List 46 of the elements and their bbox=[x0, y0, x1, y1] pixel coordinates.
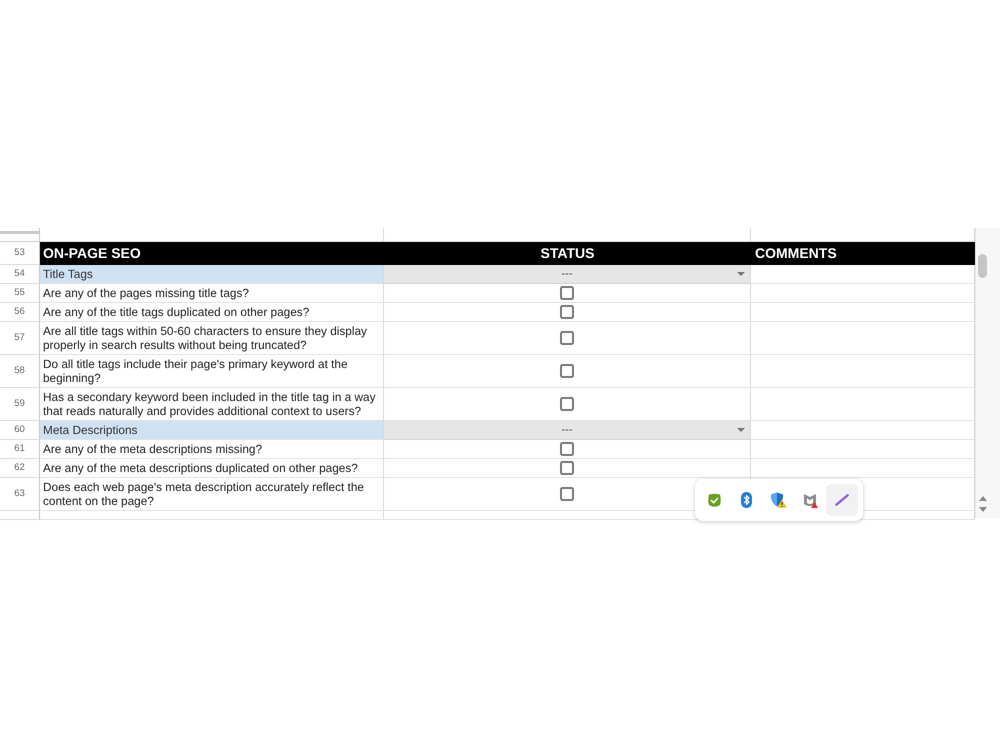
section-heading: Meta Descriptions bbox=[40, 421, 384, 440]
question-text: Are any of the meta descriptions missing? bbox=[43, 442, 262, 456]
question-text: Are all title tags within 50-60 characters to ensure they display properly in search results without being truncated? bbox=[43, 324, 368, 352]
section-heading: Title Tags bbox=[40, 265, 384, 284]
row-number: 59 bbox=[0, 388, 40, 421]
row-number: 60 bbox=[0, 421, 40, 440]
pen-icon[interactable] bbox=[826, 483, 858, 517]
question-text: Are any of the meta descriptions duplicated on other pages? bbox=[43, 461, 358, 475]
row-number: 57 bbox=[0, 322, 40, 355]
checkbox[interactable] bbox=[560, 305, 574, 319]
question-text: Do all title tags include their page's primary keyword at the beginning? bbox=[43, 357, 349, 385]
row-number: 58 bbox=[0, 355, 40, 388]
shield-check-icon[interactable] bbox=[706, 492, 722, 508]
row-number: 61 bbox=[0, 440, 40, 459]
section-header: ON-PAGE SEO bbox=[40, 242, 384, 265]
scrollbar-thumb[interactable] bbox=[978, 254, 987, 278]
status-dropdown[interactable]: --- bbox=[384, 421, 751, 440]
row-number: 63 bbox=[0, 478, 40, 511]
scroll-down-icon[interactable] bbox=[979, 507, 987, 512]
row-number: 54 bbox=[0, 265, 40, 284]
row-header bbox=[0, 228, 40, 242]
bluetooth-icon[interactable] bbox=[740, 492, 752, 508]
m-shield-icon[interactable] bbox=[802, 492, 818, 508]
scroll-up-icon[interactable] bbox=[979, 496, 987, 501]
checkbox[interactable] bbox=[560, 286, 574, 300]
checkbox[interactable] bbox=[560, 397, 574, 411]
column-header: COMMENTS bbox=[751, 242, 975, 265]
row-header bbox=[0, 511, 40, 520]
checkbox[interactable] bbox=[560, 442, 574, 456]
column-header: STATUS bbox=[384, 242, 751, 265]
checkbox[interactable] bbox=[560, 487, 574, 501]
row-number: 62 bbox=[0, 459, 40, 478]
question-text: Are any of the pages missing title tags? bbox=[43, 286, 249, 300]
question-text: Does each web page's meta description accurately reflect the content on the page? bbox=[43, 480, 365, 508]
caret-icon bbox=[737, 272, 745, 276]
question-text: Has a secondary keyword been included in the title tag in a way that reads naturally and provides additional context to users? bbox=[43, 390, 376, 418]
row-number: 56 bbox=[0, 303, 40, 322]
row-number: 55 bbox=[0, 284, 40, 303]
checkbox[interactable] bbox=[560, 331, 574, 345]
status-dropdown[interactable]: --- bbox=[384, 265, 751, 284]
caret-icon bbox=[737, 428, 745, 432]
shield-warning-icon[interactable] bbox=[770, 492, 786, 508]
question-text: Are any of the title tags duplicated on other pages? bbox=[43, 305, 310, 319]
checkbox[interactable] bbox=[560, 364, 574, 378]
row-number: 53 bbox=[0, 242, 40, 265]
checkbox[interactable] bbox=[560, 461, 574, 475]
